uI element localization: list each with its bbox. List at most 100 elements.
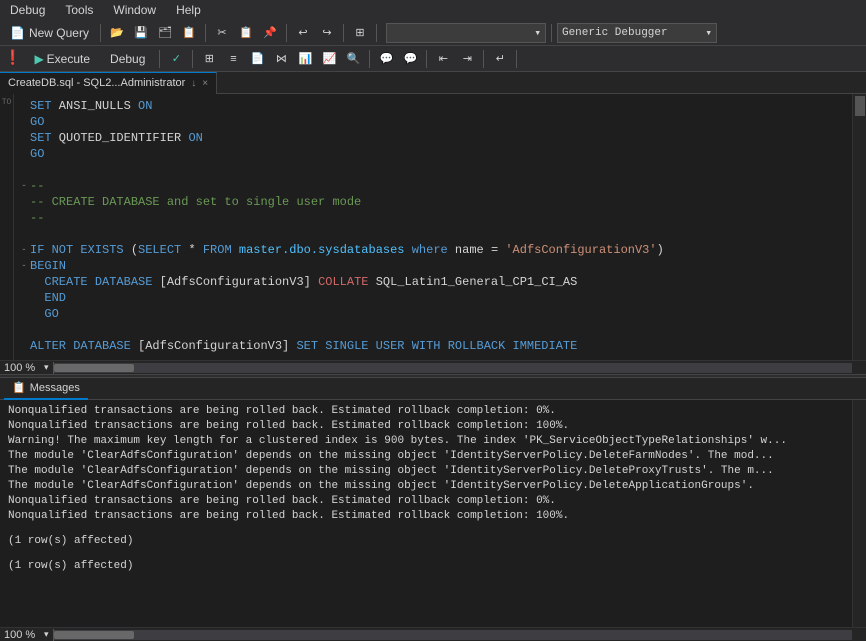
show-client-stats[interactable]: 📊 (294, 48, 316, 70)
messages-tab-label: Messages (30, 382, 80, 394)
code-text-10: IF NOT EXISTS (SELECT * FROM master.dbo.… (30, 242, 848, 258)
messages-vscrollbar[interactable] (852, 400, 866, 627)
msg-line-4: The module 'ClearAdfsConfiguration' depe… (8, 449, 844, 464)
menu-tools[interactable]: Tools (59, 1, 99, 19)
save-all-button[interactable]: 🗂 (154, 22, 176, 44)
debugger-dropdown[interactable]: Generic Debugger ▾ (557, 23, 717, 43)
menu-help[interactable]: Help (170, 1, 207, 19)
fold-10[interactable]: - (18, 242, 30, 258)
redo-button[interactable]: ↪ (316, 22, 338, 44)
code-text-15 (30, 322, 848, 338)
save-button[interactable]: 💾 (130, 22, 152, 44)
messages-hscrollbar[interactable] (54, 630, 852, 640)
menu-debug[interactable]: Debug (4, 1, 51, 19)
main-split: TO SET ANSI_NULLS ON (0, 94, 866, 641)
uncomment[interactable]: 💬 (399, 48, 421, 70)
save-copy-button[interactable]: 📋 (178, 22, 200, 44)
code-text-12: CREATE DATABASE [AdfsConfigurationV3] CO… (30, 274, 848, 290)
chevron-down-icon-2: ▾ (705, 26, 712, 40)
msg-line-3: Warning! The maximum key length for a cl… (8, 434, 844, 449)
code-text-5 (30, 162, 848, 178)
tab-pin-icon[interactable]: ↓ (191, 78, 196, 89)
toolbar-separator-1 (100, 24, 101, 42)
undo-button[interactable]: ↩ (292, 22, 314, 44)
code-line-16: ALTER DATABASE [AdfsConfigurationV3] SET… (14, 338, 852, 354)
fold-11[interactable]: - (18, 258, 30, 274)
editor-pane[interactable]: SET ANSI_NULLS ON GO SET Q (14, 94, 852, 360)
code-line-7: -- CREATE DATABASE and set to single use… (14, 194, 852, 210)
toolbar-row-1: 📄 New Query 📂 💾 🗂 📋 ✂ 📋 📌 ↩ ↪ ⊞ ▾ Generi… (0, 20, 866, 46)
debug-button[interactable]: Debug (101, 49, 154, 69)
code-line-8: -- (14, 210, 852, 226)
execute-label: Execute (47, 52, 90, 66)
msg-line-7: Nonqualified transactions are being roll… (8, 494, 844, 509)
messages-section: 📋 Messages Nonqualified transactions are… (0, 378, 866, 641)
new-query-button[interactable]: 📄 New Query (4, 24, 95, 42)
menu-window[interactable]: Window (107, 1, 162, 19)
parse-button[interactable]: ✓ (165, 48, 187, 70)
menu-bar: Debug Tools Window Help (0, 0, 866, 20)
code-text-6: -- (30, 178, 848, 194)
zoom-dropdown-btn[interactable]: ▾ (39, 361, 53, 375)
fold-6[interactable]: - (18, 178, 30, 194)
open-file-button[interactable]: 📂 (106, 22, 128, 44)
code-text-7: -- CREATE DATABASE and set to single use… (30, 194, 848, 210)
msg-blank-2 (8, 549, 844, 559)
comment-out[interactable]: 💬 (375, 48, 397, 70)
results-to-text[interactable]: ≡ (222, 48, 244, 70)
show-io-stats[interactable]: 📈 (318, 48, 340, 70)
properties-button[interactable]: ⊞ (349, 22, 371, 44)
messages-content-area: Nonqualified transactions are being roll… (0, 400, 866, 627)
msg-line-2: Nonqualified transactions are being roll… (8, 419, 844, 434)
msg-scroll-corner (852, 628, 866, 641)
code-line-4: GO (14, 146, 852, 162)
code-line-15 (14, 322, 852, 338)
exec-sep-2 (192, 50, 193, 68)
tab-close-button[interactable]: × (202, 78, 208, 89)
execute-row: ❗ ▶ Execute Debug ✓ ⊞ ≡ 📄 ⋈ 📊 📈 🔍 💬 💬 ⇤ … (0, 46, 866, 72)
results-to-grid[interactable]: ⊞ (198, 48, 220, 70)
code-line-13: END (14, 290, 852, 306)
vscroll-thumb[interactable] (855, 96, 865, 116)
editor-hscroll-thumb[interactable] (54, 364, 134, 372)
code-line-1: SET ANSI_NULLS ON (14, 98, 852, 114)
copy-button[interactable]: 📋 (235, 22, 257, 44)
msg-zoom-dropdown-btn[interactable]: ▾ (39, 628, 53, 641)
exec-sep-6 (516, 50, 517, 68)
cut-button[interactable]: ✂ (211, 22, 233, 44)
fold-gutter: TO (0, 94, 14, 360)
messages-pane[interactable]: Nonqualified transactions are being roll… (0, 400, 852, 627)
tab-bar: CreateDB.sql - SQL2...Administrator ↓ × (0, 72, 866, 94)
increase-indent[interactable]: ⇥ (456, 48, 478, 70)
editor-vscrollbar[interactable] (852, 94, 866, 360)
msg-line-1: Nonqualified transactions are being roll… (8, 404, 844, 419)
show-exec-plan[interactable]: ⋈ (270, 48, 292, 70)
messages-tab[interactable]: 📋 Messages (4, 378, 88, 400)
messages-zoom-label: 100 % (0, 629, 39, 641)
exec-sep-4 (426, 50, 427, 68)
new-query-icon: 📄 (10, 26, 25, 40)
messages-bottom-scroll: 100 % ▾ (0, 627, 866, 641)
database-dropdown[interactable]: ▾ (386, 23, 546, 43)
debugger-dropdown-value: Generic Debugger (562, 27, 701, 39)
code-line-5 (14, 162, 852, 178)
code-text-16: ALTER DATABASE [AdfsConfigurationV3] SET… (30, 338, 848, 354)
paste-button[interactable]: 📌 (259, 22, 281, 44)
editor-hscrollbar[interactable] (54, 363, 852, 373)
results-to-file[interactable]: 📄 (246, 48, 268, 70)
show-server-trace[interactable]: 🔍 (342, 48, 364, 70)
debug-label: Debug (110, 52, 145, 66)
code-text-13: END (30, 290, 848, 306)
decrease-indent[interactable]: ⇤ (432, 48, 454, 70)
code-text-14: GO (30, 306, 848, 322)
toolbar-separator-3 (286, 24, 287, 42)
execute-button[interactable]: ▶ Execute (25, 49, 99, 69)
messages-hscroll-thumb[interactable] (54, 631, 134, 639)
msg-blank-1 (8, 524, 844, 534)
code-line-3: SET QUOTED_IDENTIFIER ON (14, 130, 852, 146)
msg-line-9: (1 row(s) affected) (8, 534, 844, 549)
msg-line-8: Nonqualified transactions are being roll… (8, 509, 844, 524)
code-text-9 (30, 226, 848, 242)
editor-tab[interactable]: CreateDB.sql - SQL2...Administrator ↓ × (0, 72, 217, 94)
word-wrap[interactable]: ↵ (489, 48, 511, 70)
